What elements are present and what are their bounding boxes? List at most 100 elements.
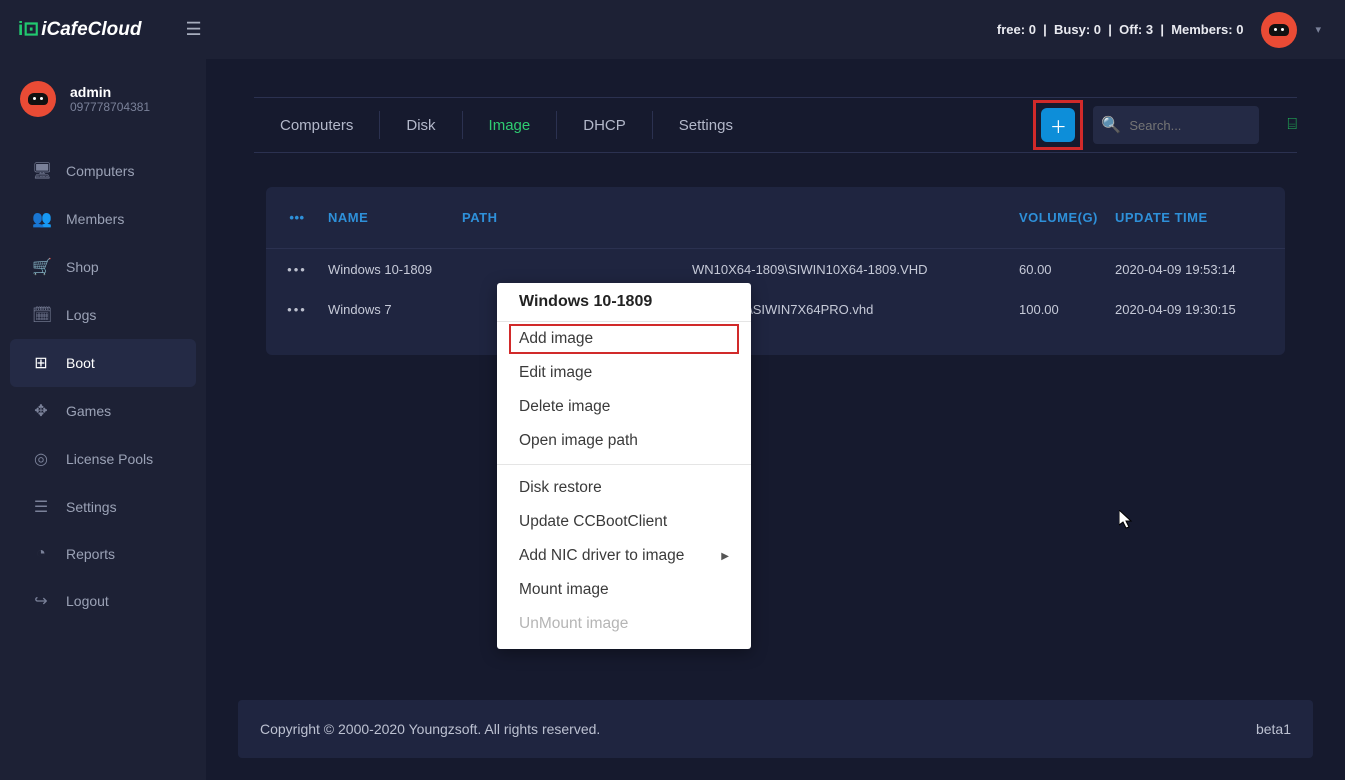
table-row[interactable]: ••• Windows 7 mpressed\SIWIN7X64PRO.vhd … (266, 289, 1285, 329)
user-name: admin (70, 84, 150, 100)
sidebar: admin 097778704381 🖥 Computers 👥 Members 🛒… (0, 59, 206, 780)
add-button[interactable]: ＋ (1041, 108, 1075, 142)
status-off-value: 3 (1146, 22, 1153, 37)
row-actions-icon[interactable]: ••• (266, 262, 328, 277)
sidebar-item-label: Computers (66, 163, 134, 179)
row-actions-icon[interactable]: ••• (266, 302, 328, 317)
logout-icon: ↪ (32, 591, 50, 611)
sidebar-item-license-pools[interactable]: ◎ License Pools (10, 435, 196, 483)
menu-item-label: Delete image (519, 398, 610, 416)
menu-item-label: Mount image (519, 581, 609, 599)
tab-label: DHCP (583, 117, 626, 134)
report-icon: ◔ (32, 545, 50, 563)
status-free-label: free: (997, 22, 1025, 37)
badge-icon: ◎ (32, 449, 50, 469)
sidebar-item-settings[interactable]: ☰Settings (10, 483, 196, 531)
row-time: 2020-04-09 19:30:15 (1115, 302, 1285, 317)
sidebar-item-logs[interactable]: 🗓Logs (10, 291, 196, 339)
calendar-icon: 🗓 (32, 305, 50, 325)
menu-item-delete-image[interactable]: Delete image (497, 390, 751, 424)
sidebar-item-games[interactable]: ✥Games (10, 387, 196, 435)
brand-text: iCafeCloud (41, 19, 141, 41)
menu-item-label: Add NIC driver to image (519, 547, 684, 565)
user-block: admin 097778704381 (0, 77, 206, 137)
plus-icon: ＋ (1050, 113, 1067, 138)
status-members-value: 0 (1236, 22, 1243, 37)
status-free-value: 0 (1029, 22, 1036, 37)
sidebar-item-label: License Pools (66, 451, 153, 467)
sidebar-item-label: Boot (66, 355, 95, 371)
tab-disk[interactable]: Disk (380, 111, 462, 139)
version: beta1 (1256, 721, 1291, 737)
sidebar-item-reports[interactable]: ◔ Reports (10, 531, 196, 577)
menu-item-label: Open image path (519, 432, 638, 450)
column-name[interactable]: NAME (328, 210, 462, 225)
row-name: Windows 10-1809 (328, 262, 462, 277)
copyright: Copyright © 2000-2020 Youngzsoft. All ri… (260, 721, 600, 737)
tabs: Computers Disk Image DHCP Settings (254, 111, 759, 139)
monitor-icon: 🖥 (32, 161, 50, 181)
tab-image[interactable]: Image (463, 111, 558, 139)
footer: Copyright © 2000-2020 Youngzsoft. All ri… (238, 700, 1313, 758)
menu-toggle-icon[interactable]: ☰ (185, 19, 201, 40)
search-wrap: 🔍 (1093, 106, 1259, 144)
table-row[interactable]: ••• Windows 10-1809 WN10X64-1809\SIWIN10… (266, 249, 1285, 289)
sidebar-item-logout[interactable]: ↪ Logout (10, 577, 196, 625)
brand-logo[interactable]: i⊡ iCafeCloud (18, 18, 141, 41)
column-volume[interactable]: VOLUME(G) (1019, 210, 1115, 225)
topbar: i⊡ iCafeCloud ☰ free: 0 | Busy: 0 | Off:… (0, 0, 1345, 59)
topbar-left: i⊡ iCafeCloud ☰ (18, 18, 202, 41)
tab-dhcp[interactable]: DHCP (557, 111, 653, 139)
tab-label: Settings (679, 117, 733, 134)
tab-label: Computers (280, 117, 353, 134)
menu-item-unmount-image[interactable]: UnMount image (497, 607, 751, 641)
menu-item-label: Add image (519, 330, 593, 348)
tabs-actions: ＋ 🔍 ⌸ (1033, 100, 1297, 150)
logo-mark-icon: i⊡ (18, 18, 39, 41)
column-update-time[interactable]: UPDATE TIME (1115, 210, 1285, 225)
sidebar-item-label: Reports (66, 546, 115, 562)
menu-item-mount-image[interactable]: Mount image (497, 573, 751, 607)
people-icon: 👥 (32, 209, 50, 229)
tab-label: Image (489, 117, 531, 134)
menu-item-label: Disk restore (519, 479, 602, 497)
tab-settings[interactable]: Settings (653, 111, 759, 139)
tab-computers[interactable]: Computers (254, 111, 380, 139)
chevron-right-icon: ▶ (721, 551, 729, 562)
search-icon[interactable]: 🔍 (1093, 115, 1129, 135)
menu-item-add-image[interactable]: Add image (509, 324, 739, 354)
row-path: WN10X64-1809\SIWIN10X64-1809.VHD (462, 262, 1019, 277)
chevron-down-icon[interactable]: ▾ (1315, 23, 1321, 36)
settings-icon: ☰ (32, 497, 50, 517)
menu-item-open-image-path[interactable]: Open image path (497, 424, 751, 458)
column-path[interactable]: PATH (462, 210, 1019, 225)
menu-item-disk-restore[interactable]: Disk restore (497, 471, 751, 505)
row-name: Windows 7 (328, 302, 462, 317)
nav: 🖥 Computers 👥 Members 🛒Shop 🗓Logs ⊞Boot ✥G… (0, 147, 206, 625)
menu-item-label: Edit image (519, 364, 592, 382)
status-busy-value: 0 (1094, 22, 1101, 37)
menu-item-edit-image[interactable]: Edit image (497, 356, 751, 390)
main: Computers Disk Image DHCP Settings ＋ 🔍 ⌸… (206, 59, 1345, 780)
sidebar-item-shop[interactable]: 🛒Shop (10, 243, 196, 291)
network-icon[interactable]: ⌸ (1287, 116, 1297, 134)
menu-item-update-ccboot[interactable]: Update CCBootClient (497, 505, 751, 539)
column-actions[interactable]: ••• (266, 210, 328, 225)
sidebar-item-computers[interactable]: 🖥 Computers (10, 147, 196, 195)
menu-item-add-nic-driver[interactable]: Add NIC driver to image ▶ (497, 539, 751, 573)
row-time: 2020-04-09 19:53:14 (1115, 262, 1285, 277)
user-avatar (20, 81, 56, 117)
avatar[interactable] (1261, 12, 1297, 48)
status-summary: free: 0 | Busy: 0 | Off: 3 | Members: 0 (997, 22, 1244, 37)
menu-item-label: Update CCBootClient (519, 513, 667, 531)
sidebar-item-boot[interactable]: ⊞Boot (10, 339, 196, 387)
sidebar-item-label: Members (66, 211, 124, 227)
status-busy-label: Busy: (1054, 22, 1090, 37)
sidebar-item-label: Logout (66, 593, 109, 609)
cursor-icon (1119, 510, 1135, 530)
search-input[interactable] (1129, 118, 1259, 133)
status-off-label: Off: (1119, 22, 1142, 37)
sidebar-item-members[interactable]: 👥 Members (10, 195, 196, 243)
status-members-label: Members: (1171, 22, 1232, 37)
add-button-highlight: ＋ (1033, 100, 1083, 150)
